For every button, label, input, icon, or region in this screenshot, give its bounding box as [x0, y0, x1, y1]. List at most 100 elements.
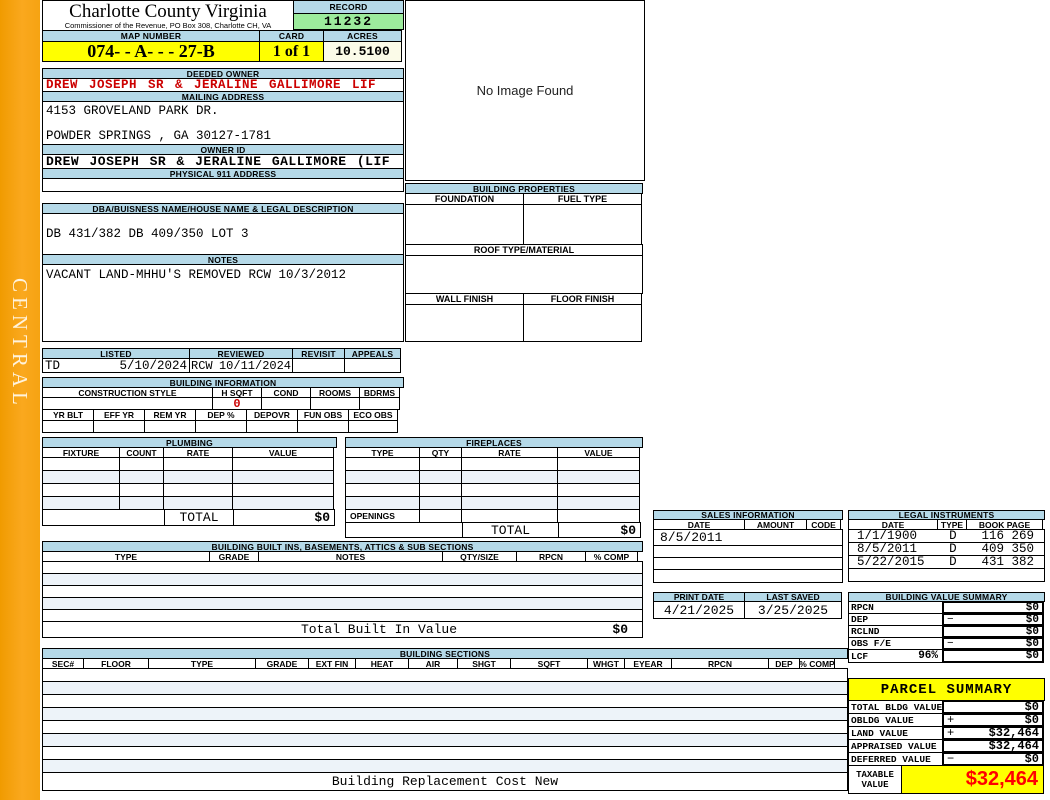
effyr-value	[93, 420, 145, 433]
replacement-cost-label: Building Replacement Cost New	[42, 772, 848, 791]
vs-amount: $0	[1025, 601, 1039, 614]
reviewed-date: 10/11/2024	[218, 358, 291, 373]
print-date-value: 4/21/2025	[653, 601, 745, 619]
mailing-line2: POWDER SPRINGS , GA 30127-1781	[46, 129, 272, 143]
table-row	[42, 733, 848, 747]
building-sections-table: BUILDING SECTIONS SEC# FLOOR TYPE GRADE …	[42, 648, 848, 791]
fireplaces-total-label: TOTAL	[462, 522, 559, 538]
header-block: Charlotte County Virginia Commissioner o…	[42, 0, 404, 62]
ps-op: −	[947, 752, 955, 766]
ps-row-value: + $32,464	[942, 726, 1044, 740]
physical-address-value	[42, 178, 404, 192]
ps-row-value: $32,464	[942, 739, 1044, 753]
yrblt-value	[42, 420, 94, 433]
taxable-value-amount: $32,464	[901, 765, 1044, 794]
vs-amount: $0	[1025, 650, 1039, 662]
plumbing-total-label: TOTAL	[164, 509, 234, 526]
legal-book-page: 409 350	[981, 542, 1034, 556]
plumbing-table: PLUMBING FIXTURE COUNT RATE VALUE TOTAL …	[42, 437, 337, 526]
building-properties-table: BUILDING PROPERTIES FOUNDATION FUEL TYPE…	[405, 183, 643, 342]
mailing-address-box: 4153 GROVELAND PARK DR. POWDER SPRINGS ,…	[42, 101, 404, 145]
photo-placeholder-text: No Image Found	[476, 83, 574, 98]
county-subtitle: Commissioner of the Revenue, PO Box 308,…	[64, 20, 272, 30]
sales-table: SALES INFORMATION DATE AMOUNT CODE 8/5/2…	[653, 510, 843, 583]
ps-row-label: APPRAISED VALUE	[848, 739, 943, 753]
built-ins-total-value: $0	[612, 622, 628, 637]
ps-amount: $32,464	[988, 726, 1039, 740]
vs-name: LCF	[851, 650, 869, 662]
vs-row-value: $0	[942, 649, 1044, 663]
table-row	[42, 720, 848, 734]
table-row	[42, 694, 848, 708]
vs-amount: $0	[1025, 613, 1039, 626]
legal-book-page: 431 382	[981, 555, 1034, 569]
listed-value: TD 5/10/2024	[42, 358, 190, 373]
remyr-value	[144, 420, 196, 433]
dates-block: PRINT DATE LAST SAVED 4/21/2025 3/25/202…	[653, 592, 843, 619]
ps-row-value: − $0	[942, 752, 1044, 766]
legal-type: D	[949, 555, 957, 569]
parcel-summary: PARCEL SUMMARY TOTAL BLDG VALUE $0 OBLDG…	[848, 678, 1045, 794]
legal-instruments-table: LEGAL INSTRUMENTS DATE TYPE BOOK PAGE 1/…	[848, 510, 1045, 582]
wall-finish-value	[405, 304, 524, 342]
fuel-type-value	[523, 204, 642, 245]
owner-id-value: DREW JOSEPH SR & JERALINE GALLIMORE (LIF	[42, 154, 404, 169]
table-row	[42, 746, 848, 760]
card-value: 1 of 1	[259, 41, 324, 62]
revisit-value	[292, 358, 345, 373]
table-row	[42, 707, 848, 721]
ps-op: +	[947, 726, 955, 740]
vs-amount: $0	[1025, 625, 1039, 638]
owner-block: DEEDED OWNER DREW JOSEPH SR & JERALINE G…	[42, 68, 404, 192]
ps-amount: $32,464	[988, 739, 1039, 753]
legal-book-page: 116 269	[981, 529, 1034, 543]
record-value: 11232	[293, 13, 404, 30]
legal-type: D	[949, 542, 957, 556]
legal-date: 5/22/2015	[857, 555, 925, 569]
vs-op: −	[947, 613, 954, 626]
record-label: RECORD	[293, 0, 404, 14]
county-title-box: Charlotte County Virginia Commissioner o…	[42, 0, 294, 31]
mailing-line1: 4153 GROVELAND PARK DR.	[46, 104, 219, 118]
ps-row-value: + $0	[942, 713, 1044, 727]
table-row	[42, 759, 848, 773]
ps-row-value: $0	[942, 700, 1044, 714]
ps-amount: $0	[1024, 700, 1039, 714]
legal-row: 1/1/1900 D 116 269	[848, 529, 1045, 543]
notes-value: VACANT LAND-MHHU'S REMOVED RCW 10/3/2012	[42, 264, 404, 342]
photo-placeholder: No Image Found	[405, 0, 645, 181]
deeded-owner-value: DREW JOSEPH SR & JERALINE GALLIMORE LIF	[42, 78, 404, 92]
fireplaces-total-value: $0	[558, 522, 641, 538]
foundation-value	[405, 204, 524, 245]
listed-date: 5/10/2024	[119, 358, 187, 373]
ps-op: +	[947, 713, 955, 727]
floor-finish-value	[523, 304, 642, 342]
table-row	[42, 681, 848, 695]
built-ins-table: BUILDING BUILT INS, BASEMENTS, ATTICS & …	[42, 541, 643, 638]
roof-value	[405, 255, 643, 294]
ps-row-label: OBLDG VALUE	[848, 713, 943, 727]
built-ins-total-row: Total Built In Value $0	[42, 621, 643, 638]
legal-row: 8/5/2011 D 409 350	[848, 542, 1045, 556]
dba-value: DB 431/382 DB 409/350 LOT 3	[42, 213, 404, 255]
taxable-value-label: TAXABLE VALUE	[848, 765, 902, 794]
ps-row-label: LAND VALUE	[848, 726, 943, 740]
building-info-block: BUILDING INFORMATION CONSTRUCTION STYLE …	[42, 377, 404, 433]
record-box: RECORD 11232	[293, 0, 404, 31]
region-band: CENTRAL	[0, 0, 40, 800]
table-row	[42, 668, 848, 682]
dep-value	[195, 420, 247, 433]
openings-label: OPENINGS	[345, 509, 420, 523]
fireplaces-table: FIREPLACES TYPE QTY RATE VALUE OPENINGS …	[345, 437, 643, 538]
building-value-summary: BUILDING VALUE SUMMARY RPCN $0 DEP − $0 …	[848, 592, 1045, 663]
funobs-value	[297, 420, 349, 433]
last-saved-value: 3/25/2025	[744, 601, 842, 619]
ecoobs-value	[348, 420, 398, 433]
region-band-label: CENTRAL	[8, 278, 32, 410]
map-number-value: 074- - A- - - 27-B	[42, 41, 260, 62]
vs-pct: 96%	[918, 650, 938, 662]
appeals-value	[344, 358, 401, 373]
table-row	[653, 569, 843, 583]
description-block: DBA/BUISNESS NAME/HOUSE NAME & LEGAL DES…	[42, 203, 404, 342]
reviewed-value: RCW 10/11/2024	[189, 358, 293, 373]
